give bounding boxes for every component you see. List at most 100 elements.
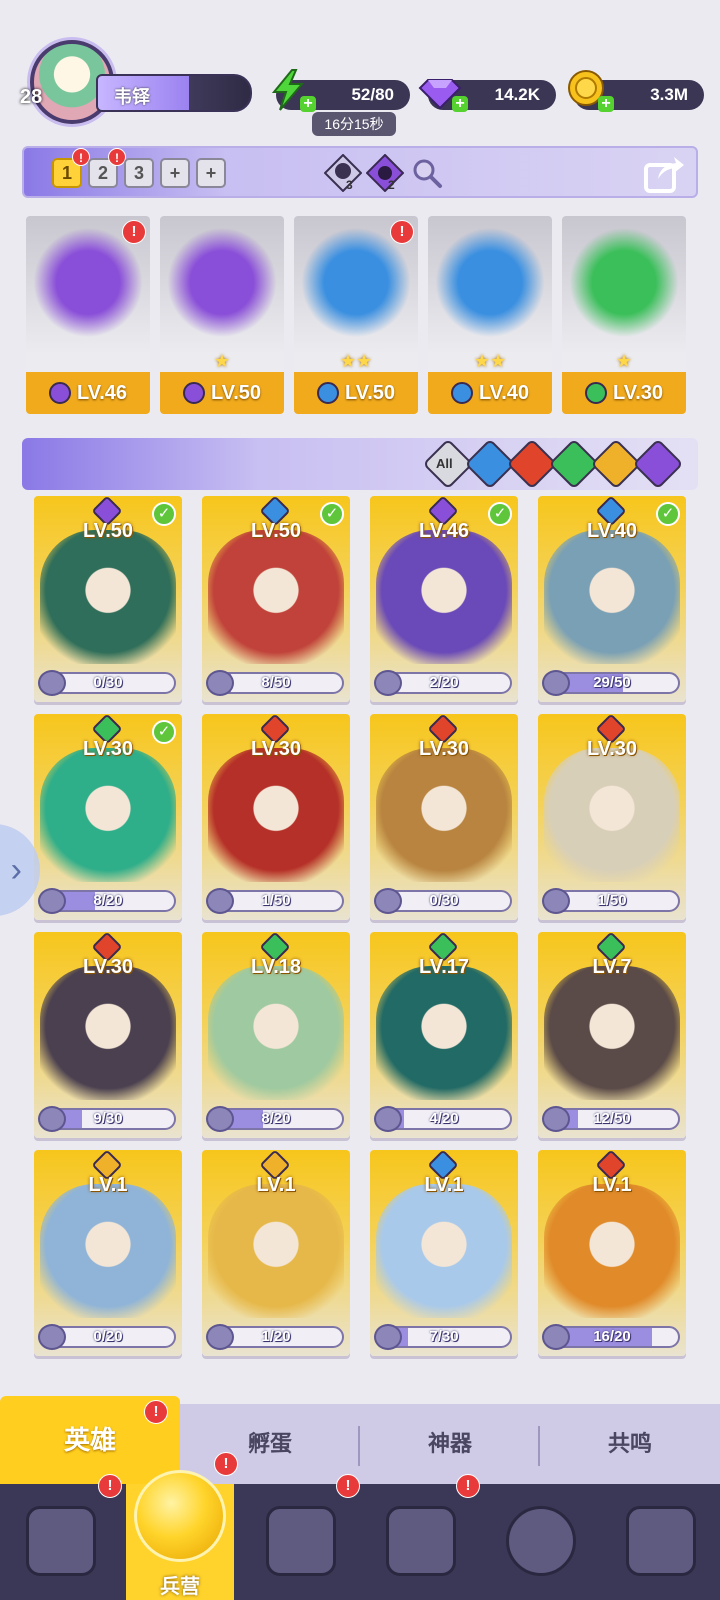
hooded-figure-count: 3 xyxy=(346,178,353,192)
team-hero-card[interactable]: ★ LV.50 xyxy=(160,216,284,414)
team-slot-add-2[interactable]: + xyxy=(196,158,226,188)
checkmark-icon: ✓ xyxy=(152,502,176,526)
hero-card[interactable]: LV.30 1/50 xyxy=(202,714,350,920)
hero-card[interactable]: LV.1 16/20 xyxy=(538,1150,686,1356)
share-icon[interactable] xyxy=(642,151,686,195)
hero-portrait xyxy=(300,224,412,354)
hero-portrait xyxy=(208,748,344,882)
hero-portrait xyxy=(544,966,680,1100)
hero-portrait xyxy=(376,966,512,1100)
hero-portrait xyxy=(376,748,512,882)
hero-stars: ★ xyxy=(615,351,633,371)
hero-portrait xyxy=(208,1184,344,1318)
hero-level: LV.46 xyxy=(76,381,128,404)
barracks-icon xyxy=(134,1470,226,1562)
nav-barracks-alert: ! xyxy=(214,1452,238,1476)
hero-portrait xyxy=(434,224,546,354)
bottom-navigation: ! ! ! xyxy=(0,1474,720,1600)
hero-level: LV.1 xyxy=(256,1174,296,1196)
hero-card[interactable]: LV.30 1/50 xyxy=(538,714,686,920)
team-slot-3[interactable]: 3 xyxy=(124,158,154,188)
hero-card[interactable]: LV.18 8/20 xyxy=(202,932,350,1138)
hero-card[interactable]: LV.1 1/20 xyxy=(202,1150,350,1356)
hero-card[interactable]: LV.30 9/30 xyxy=(34,932,182,1138)
water-element-icon xyxy=(450,382,473,404)
hero-level-bar: LV.40 xyxy=(428,372,552,414)
hero-card[interactable]: LV.1 0/20 xyxy=(34,1150,182,1356)
shard-icon xyxy=(38,1106,66,1132)
hero-alert: ! xyxy=(122,220,146,244)
hero-portrait xyxy=(376,1184,512,1318)
hero-card[interactable]: LV.46 ✓ 2/20 xyxy=(370,496,518,702)
team-hero-card[interactable]: ★★ LV.50! xyxy=(294,216,418,414)
map-icon xyxy=(266,1506,336,1576)
hero-alert: ! xyxy=(390,220,414,244)
hero-level: LV.1 xyxy=(424,1174,464,1196)
team-hero-card[interactable]: ★★ LV.40 xyxy=(428,216,552,414)
search-icon[interactable] xyxy=(408,154,446,192)
nav-temple[interactable] xyxy=(360,1484,480,1600)
hero-level: LV.30 xyxy=(586,738,638,760)
hero-card[interactable]: LV.17 4/20 xyxy=(370,932,518,1138)
shard-icon xyxy=(542,1106,570,1132)
energy-counter[interactable]: + 52/80 xyxy=(271,69,410,112)
hero-level-bar: LV.30 xyxy=(562,372,686,414)
checkmark-icon: ✓ xyxy=(152,720,176,744)
tab-heroes-alert: ! xyxy=(144,1400,168,1424)
gold-counter[interactable]: + 3.3M xyxy=(568,70,704,112)
nav-guild[interactable] xyxy=(600,1484,720,1600)
hero-card[interactable]: LV.30 0/30 xyxy=(370,714,518,920)
element-filter-bar: All xyxy=(22,438,698,490)
hero-card[interactable]: LV.1 7/30 xyxy=(370,1150,518,1356)
team-hero-card[interactable]: LV.46! xyxy=(26,216,150,414)
hooded-figure-icon[interactable] xyxy=(324,154,362,192)
player-name-bar[interactable]: 韦铎 xyxy=(96,74,252,112)
earth-element-icon xyxy=(584,382,607,404)
hero-portrait xyxy=(568,224,680,354)
hero-card[interactable]: LV.40 ✓ 29/50 xyxy=(538,496,686,702)
tab-resonance[interactable]: 共鸣 xyxy=(540,1404,720,1484)
team-lineup: LV.46! ★ LV.50 ★★ LV.50! ★★ LV.40 ★ LV.30 xyxy=(26,216,696,416)
nav-map[interactable] xyxy=(240,1484,360,1600)
hero-portrait xyxy=(208,530,344,664)
hero-level: LV.30 xyxy=(612,381,664,404)
nav-barracks-label: 兵营 xyxy=(160,1576,200,1598)
hero-level: LV.17 xyxy=(418,956,470,978)
team-slot-add-1[interactable]: + xyxy=(160,158,190,188)
nav-cards[interactable] xyxy=(0,1484,120,1600)
team-slot-1-label: 1 xyxy=(61,163,72,183)
add-energy-icon[interactable]: + xyxy=(300,96,316,112)
nav-temple-alert: ! xyxy=(456,1474,480,1498)
hero-card[interactable]: LV.50 ✓ 8/50 xyxy=(202,496,350,702)
nav-cards-alert: ! xyxy=(98,1474,122,1498)
add-gem-icon[interactable]: + xyxy=(452,96,468,112)
hero-card[interactable]: LV.7 12/50 xyxy=(538,932,686,1138)
hero-level: LV.1 xyxy=(592,1174,632,1196)
temple-icon xyxy=(386,1506,456,1576)
dark-element-icon xyxy=(182,382,205,404)
dark-element-count: 2 xyxy=(388,178,395,192)
add-gold-icon[interactable]: + xyxy=(598,96,614,112)
hero-card[interactable]: LV.50 ✓ 0/30 xyxy=(34,496,182,702)
gem-value: 14.2K xyxy=(494,85,540,104)
shard-icon xyxy=(38,670,66,696)
player-level: 28 xyxy=(20,86,43,108)
shard-icon xyxy=(542,888,570,914)
checkmark-icon: ✓ xyxy=(488,502,512,526)
team-hero-card[interactable]: ★ LV.30 xyxy=(562,216,686,414)
shard-icon xyxy=(206,1324,234,1350)
tab-artifact[interactable]: 神器 xyxy=(360,1404,540,1484)
water-element-icon xyxy=(316,382,339,404)
hero-card[interactable]: LV.30 ✓ 8/20 xyxy=(34,714,182,920)
nav-mushroom[interactable] xyxy=(480,1484,600,1600)
nav-map-alert: ! xyxy=(336,1474,360,1498)
hero-portrait xyxy=(376,530,512,664)
gem-counter[interactable]: + 14.2K xyxy=(418,79,556,112)
hero-level: LV.50 xyxy=(344,381,396,404)
hero-portrait xyxy=(40,1184,176,1318)
hero-portrait xyxy=(40,966,176,1100)
hero-level: LV.18 xyxy=(250,956,302,978)
filter-dark-icon[interactable] xyxy=(632,438,684,490)
hero-collection-grid[interactable]: LV.50 ✓ 0/30 LV.50 ✓ 8/50 LV.46 ✓ 2/20 LV.40 ✓ 29/5… xyxy=(34,496,694,1376)
dark-element-icon[interactable] xyxy=(366,154,404,192)
